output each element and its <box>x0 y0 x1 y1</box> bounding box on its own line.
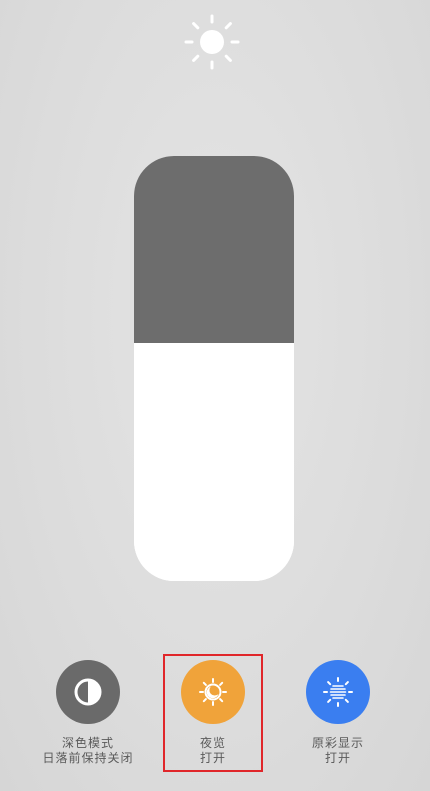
dark-mode-control[interactable]: 深色模式 日落前保持关闭 <box>18 660 158 766</box>
brightness-slider-empty-track <box>134 156 294 343</box>
brightness-slider-fill <box>134 343 294 581</box>
true-tone-button[interactable] <box>306 660 370 724</box>
brightness-slider[interactable] <box>134 156 294 581</box>
highlight-box <box>163 654 263 772</box>
true-tone-control[interactable]: 原彩显示 打开 <box>268 660 408 766</box>
true-tone-icon <box>323 677 353 707</box>
dark-mode-icon <box>74 678 102 706</box>
dark-mode-title: 深色模式 <box>61 736 114 750</box>
true-tone-title: 原彩显示 <box>311 736 364 750</box>
true-tone-subtitle: 打开 <box>324 751 351 765</box>
dark-mode-subtitle: 日落前保持关闭 <box>42 751 134 765</box>
sun-icon <box>184 14 240 70</box>
dark-mode-button[interactable] <box>56 660 120 724</box>
